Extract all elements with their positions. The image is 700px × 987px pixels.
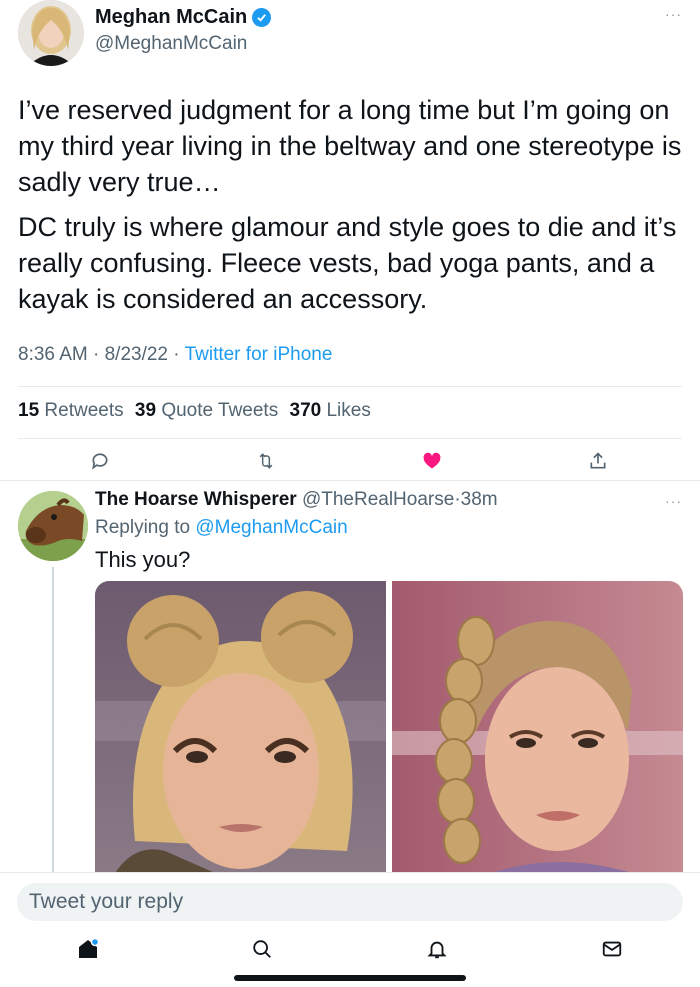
reply-author-name[interactable]: The Hoarse Whisperer <box>95 489 297 510</box>
tweet-actions <box>0 446 700 480</box>
divider <box>0 480 700 481</box>
likes-stat[interactable]: 370 Likes <box>290 400 371 421</box>
photo-left[interactable] <box>95 581 386 873</box>
tweet-author-row: Meghan McCain @MeghanMcCain ··· <box>18 0 682 70</box>
replying-prefix: Replying to <box>95 517 191 538</box>
verified-badge-icon <box>252 8 272 27</box>
like-button[interactable] <box>421 450 443 472</box>
tweet-date[interactable]: 8/23/22 <box>105 344 168 365</box>
reply-avatar[interactable] <box>18 491 88 561</box>
tweet-source-link[interactable]: Twitter for iPhone <box>185 344 333 365</box>
retweets-stat[interactable]: 15 Retweets <box>18 400 124 421</box>
divider <box>18 386 682 387</box>
quotes-count: 39 <box>134 400 157 421</box>
more-dots-icon[interactable]: ··· <box>665 6 682 22</box>
reply-author-handle[interactable]: @TheRealHoarse <box>302 489 454 510</box>
share-button[interactable] <box>587 450 609 472</box>
more-dots-icon[interactable]: ··· <box>665 493 682 509</box>
reply-media[interactable] <box>95 581 683 873</box>
quotes-label: Quote Tweets <box>161 400 279 421</box>
heart-icon <box>423 452 441 469</box>
tweet-stats: 15 Retweets 39 Quote Tweets 370 Likes <box>18 400 371 422</box>
author-name[interactable]: Meghan McCain <box>95 6 272 29</box>
photo-right[interactable] <box>392 581 683 873</box>
reply-composer[interactable]: Tweet your reply <box>17 883 683 921</box>
nav-messages-button[interactable] <box>600 937 624 961</box>
meta-separator: · <box>93 344 100 365</box>
bottom-bar: Tweet your reply <box>0 872 700 987</box>
reply-text: This you? <box>95 547 191 572</box>
quote-tweets-stat[interactable]: 39 Quote Tweets <box>135 400 278 421</box>
home-indicator <box>234 975 466 981</box>
retweet-button[interactable] <box>255 450 277 472</box>
reply-icon <box>92 453 108 470</box>
tweet-paragraph-2: DC truly is where glamour and style goes… <box>18 212 677 314</box>
author-avatar[interactable] <box>18 0 84 66</box>
likes-count: 370 <box>289 400 322 421</box>
nav-home-button[interactable] <box>76 937 100 961</box>
retweets-label: Retweets <box>44 400 124 421</box>
author-name-text[interactable]: Meghan McCain <box>95 6 247 29</box>
mail-icon <box>602 941 622 957</box>
home-icon <box>79 937 100 958</box>
tweet-meta: 8:36 AM · 8/23/22 · Twitter for iPhone <box>18 344 332 366</box>
reply-composer-placeholder[interactable]: Tweet your reply <box>29 890 183 914</box>
nav-search-button[interactable] <box>250 937 274 961</box>
author-names: Meghan McCain @MeghanMcCain <box>95 6 272 55</box>
search-icon <box>253 940 271 958</box>
replying-to: Replying to @MeghanMcCain <box>95 517 348 539</box>
nav-notifications-button[interactable] <box>425 937 449 961</box>
tweet-text: I’ve reserved judgment for a long time b… <box>18 92 682 326</box>
divider <box>18 438 682 439</box>
likes-label: Likes <box>326 400 371 421</box>
tweet-paragraph-1: I’ve reserved judgment for a long time b… <box>18 95 682 197</box>
bell-icon <box>427 941 447 959</box>
reply-button[interactable] <box>89 450 111 472</box>
author-handle[interactable]: @MeghanMcCain <box>95 33 271 55</box>
retweet-icon <box>259 453 273 469</box>
reply-time[interactable]: 38m <box>461 489 498 510</box>
share-icon <box>590 452 606 469</box>
meta-separator: · <box>173 344 180 365</box>
reply-header: The Hoarse Whisperer @TheRealHoarse·38m <box>95 489 498 511</box>
thread-line <box>52 567 54 872</box>
tweet-time[interactable]: 8:36 AM <box>18 344 88 365</box>
retweets-count: 15 <box>18 400 40 421</box>
mention-link[interactable]: @MeghanMcCain <box>195 517 347 538</box>
